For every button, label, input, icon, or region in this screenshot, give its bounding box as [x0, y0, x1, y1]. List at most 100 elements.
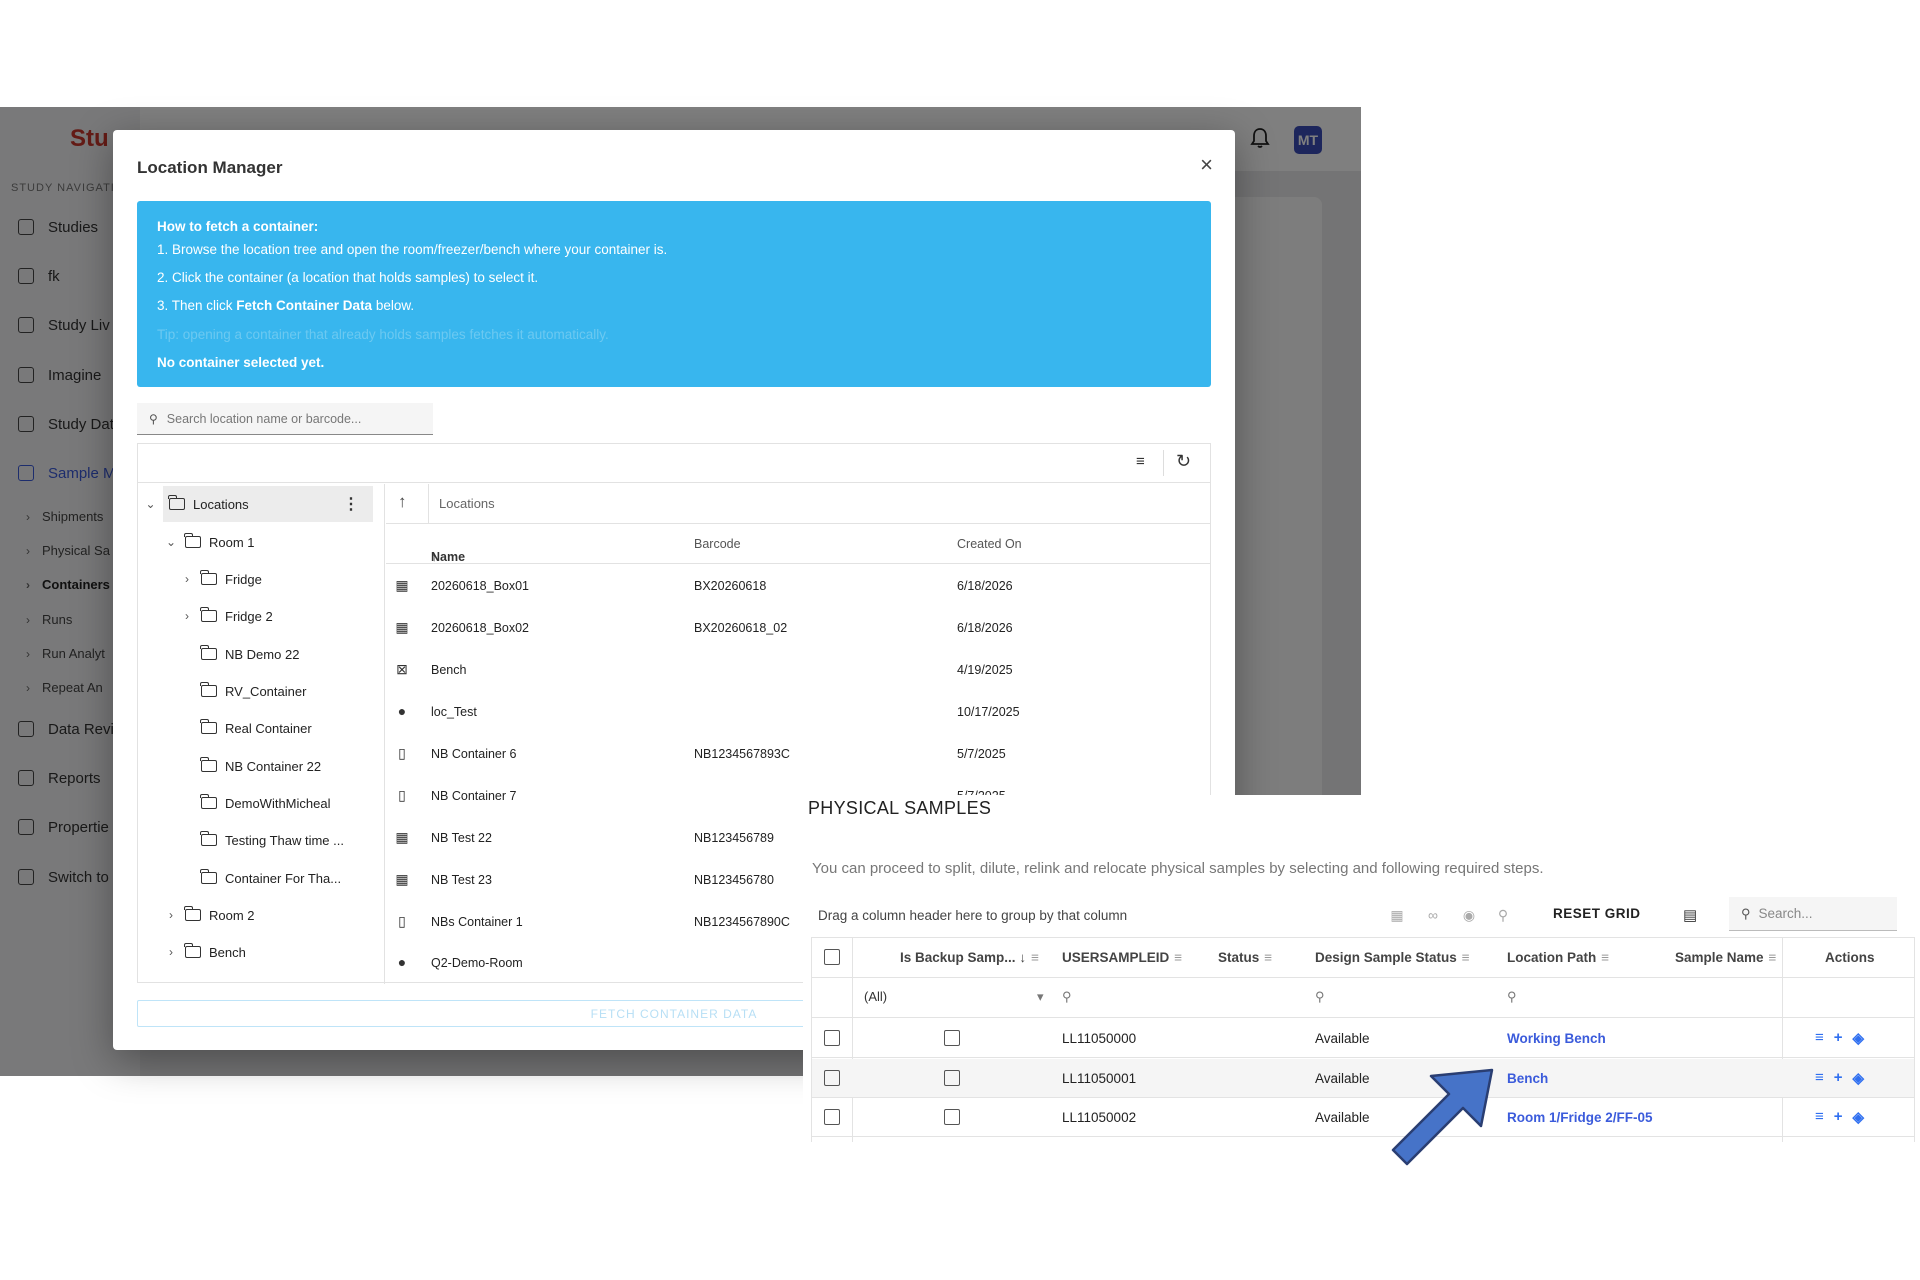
table-row[interactable]: LL11050001 Available Bench ≡ + ◈ [812, 1059, 1914, 1098]
row-checkbox[interactable] [824, 1109, 840, 1125]
fill-bucket-icon[interactable]: ◈ [1853, 1069, 1865, 1087]
chevron-right-icon[interactable]: › [179, 572, 195, 586]
fill-bucket-icon[interactable]: ◈ [1853, 1029, 1865, 1047]
close-icon[interactable]: × [1200, 152, 1213, 178]
location-name: NB Test 22 [431, 831, 492, 845]
location-row[interactable]: ● loc_Test 10/17/2025 [386, 691, 1210, 733]
location-pin-icon[interactable]: ⚲ [1495, 907, 1511, 923]
chevron-down-icon[interactable]: ▾ [1037, 989, 1044, 1005]
tree-node-nb-demo-22[interactable]: NB Demo 22 [200, 636, 299, 672]
details-icon[interactable]: ≡ [1815, 1108, 1824, 1126]
is-backup-checkbox[interactable] [944, 1109, 960, 1125]
grid-search-input[interactable]: ⚲ Search... [1729, 897, 1897, 931]
refresh-icon[interactable]: ↻ [1176, 451, 1196, 471]
chevron-down-icon[interactable]: ⌄ [138, 497, 163, 511]
search-icon[interactable]: ⚲ [1062, 989, 1072, 1005]
dialog-title: Location Manager [137, 158, 283, 177]
location-path-link[interactable]: Working Bench [1507, 1031, 1606, 1046]
grid-header: Name ↑ Barcode Created On [386, 524, 1210, 564]
table-row[interactable]: LL11050002 Available Room 1/Fridge 2/FF-… [812, 1098, 1914, 1137]
link-icon[interactable]: ∞ [1425, 907, 1441, 923]
search-icon[interactable]: ⚲ [1507, 989, 1517, 1005]
filter-icon[interactable]: ≡ [1769, 950, 1777, 965]
add-icon[interactable]: + [1834, 1069, 1843, 1087]
filter-icon[interactable]: ≡ [1264, 950, 1272, 965]
chevron-right-icon[interactable]: › [163, 945, 179, 959]
location-created: 6/18/2026 [957, 621, 1013, 635]
location-row[interactable]: ▦ 20260618_Box01 BX20260618 6/18/2026 [386, 565, 1210, 607]
filter-icon[interactable]: ≡ [1601, 950, 1609, 965]
tree-node-locations[interactable]: ⌄ Locations ⋮ [145, 486, 373, 522]
breadcrumb: ↑ Locations [386, 484, 1210, 524]
tree-node-fridge-2[interactable]: › Fridge 2 [179, 598, 273, 634]
tree-node-container-for-thaw[interactable]: Container For Tha... [200, 860, 341, 896]
tree-node-rv-container[interactable]: RV_Container [200, 673, 307, 709]
select-all-checkbox[interactable] [824, 949, 840, 965]
chevron-right-icon[interactable]: › [179, 609, 195, 623]
palette-icon[interactable]: ◉ [1461, 907, 1477, 923]
info-tip: Tip: opening a container that already ho… [157, 327, 609, 342]
list-view-icon[interactable]: ≡ [1136, 453, 1156, 473]
column-header-created-on[interactable]: Created On [957, 537, 1022, 551]
location-created: 10/17/2025 [957, 705, 1020, 719]
add-icon[interactable]: + [1834, 1108, 1843, 1126]
location-search-input[interactable]: ⚲ Search location name or barcode... [137, 403, 433, 435]
column-header-is-backup[interactable]: Is Backup Samp... ↓ ≡ [900, 950, 1039, 965]
filter-icon[interactable]: ≡ [1174, 950, 1182, 965]
column-header-sample-name[interactable]: Sample Name ≡ [1675, 950, 1776, 965]
tree-node-demowithmicheal[interactable]: DemoWithMicheal [200, 785, 331, 821]
details-icon[interactable]: ≡ [1815, 1029, 1824, 1047]
tree-node-real-container[interactable]: Real Container [200, 710, 312, 746]
search-icon[interactable]: ⚲ [1315, 989, 1325, 1005]
table-row[interactable]: LL11050000 Available Working Bench ≡ + ◈ [812, 1019, 1914, 1058]
column-header-status[interactable]: Status ≡ [1218, 950, 1272, 965]
is-backup-checkbox[interactable] [944, 1030, 960, 1046]
location-created: 6/18/2026 [957, 579, 1013, 593]
more-options-icon[interactable]: ⋮ [343, 494, 359, 514]
filter-row: (All) ▾ ⚲ ⚲ ⚲ [812, 978, 1914, 1018]
filter-icon[interactable]: ≡ [1031, 950, 1039, 965]
tree-node-label: DemoWithMicheal [225, 795, 331, 811]
column-header-barcode[interactable]: Barcode [694, 537, 741, 551]
location-path-link[interactable]: Room 1/Fridge 2/FF-05 [1507, 1110, 1653, 1125]
column-header-usersampleid[interactable]: USERSAMPLEID ≡ [1062, 950, 1182, 965]
location-row[interactable]: ▦ 20260618_Box02 BX20260618_02 6/18/2026 [386, 607, 1210, 649]
filter-icon[interactable]: ≡ [1462, 950, 1470, 965]
tree-node-testing-thaw-time[interactable]: Testing Thaw time ... [200, 822, 344, 858]
usersampleid-cell: LL11050000 [1062, 1031, 1137, 1046]
arrow-up-icon[interactable]: ↑ [398, 492, 407, 512]
reset-grid-button[interactable]: RESET GRID [1553, 906, 1641, 921]
tree-node-label: RV_Container [225, 683, 307, 699]
grid-icon[interactable]: ▦ [1389, 907, 1405, 923]
row-checkbox[interactable] [824, 1070, 840, 1086]
tree-node-nb-container-22[interactable]: NB Container 22 [200, 748, 321, 784]
column-header-design-sample-status[interactable]: Design Sample Status ≡ [1315, 950, 1470, 965]
tree-node-label: Fridge 2 [225, 608, 273, 624]
location-barcode: NB123456780 [694, 873, 774, 887]
sort-descending-icon: ↓ [1019, 950, 1027, 965]
chevron-right-icon[interactable]: › [163, 908, 179, 922]
is-backup-checkbox[interactable] [944, 1070, 960, 1086]
location-created: 5/7/2025 [957, 747, 1006, 761]
design-status-cell: Available [1315, 1110, 1370, 1125]
tree-node-fridge[interactable]: › Fridge [179, 561, 262, 597]
chevron-down-icon[interactable]: ⌄ [163, 535, 179, 549]
fill-bucket-icon[interactable]: ◈ [1853, 1108, 1865, 1126]
location-name: Q2-Demo-Room [431, 956, 523, 970]
location-row[interactable]: ⊠ Bench 4/19/2025 [386, 649, 1210, 691]
details-icon[interactable]: ≡ [1815, 1069, 1824, 1087]
location-row[interactable]: ▯ NB Container 6 NB1234567893C 5/7/2025 [386, 733, 1210, 775]
column-header-location-path[interactable]: Location Path ≡ [1507, 950, 1609, 965]
row-checkbox[interactable] [824, 1030, 840, 1046]
pin-icon: ● [397, 703, 407, 719]
location-path-link[interactable]: Bench [1507, 1071, 1548, 1086]
tree-node-label: Locations [193, 496, 249, 512]
add-icon[interactable]: + [1834, 1029, 1843, 1047]
export-icon[interactable]: ▤ [1683, 906, 1697, 924]
location-barcode: NB123456789 [694, 831, 774, 845]
tree-node-room-1[interactable]: ⌄ Room 1 [163, 524, 255, 560]
backup-filter-select[interactable]: (All) [864, 989, 887, 1004]
tree-node-bench[interactable]: › Bench [163, 934, 246, 970]
tree-node-room-2[interactable]: › Room 2 [163, 897, 255, 933]
location-name: NB Test 23 [431, 873, 492, 887]
